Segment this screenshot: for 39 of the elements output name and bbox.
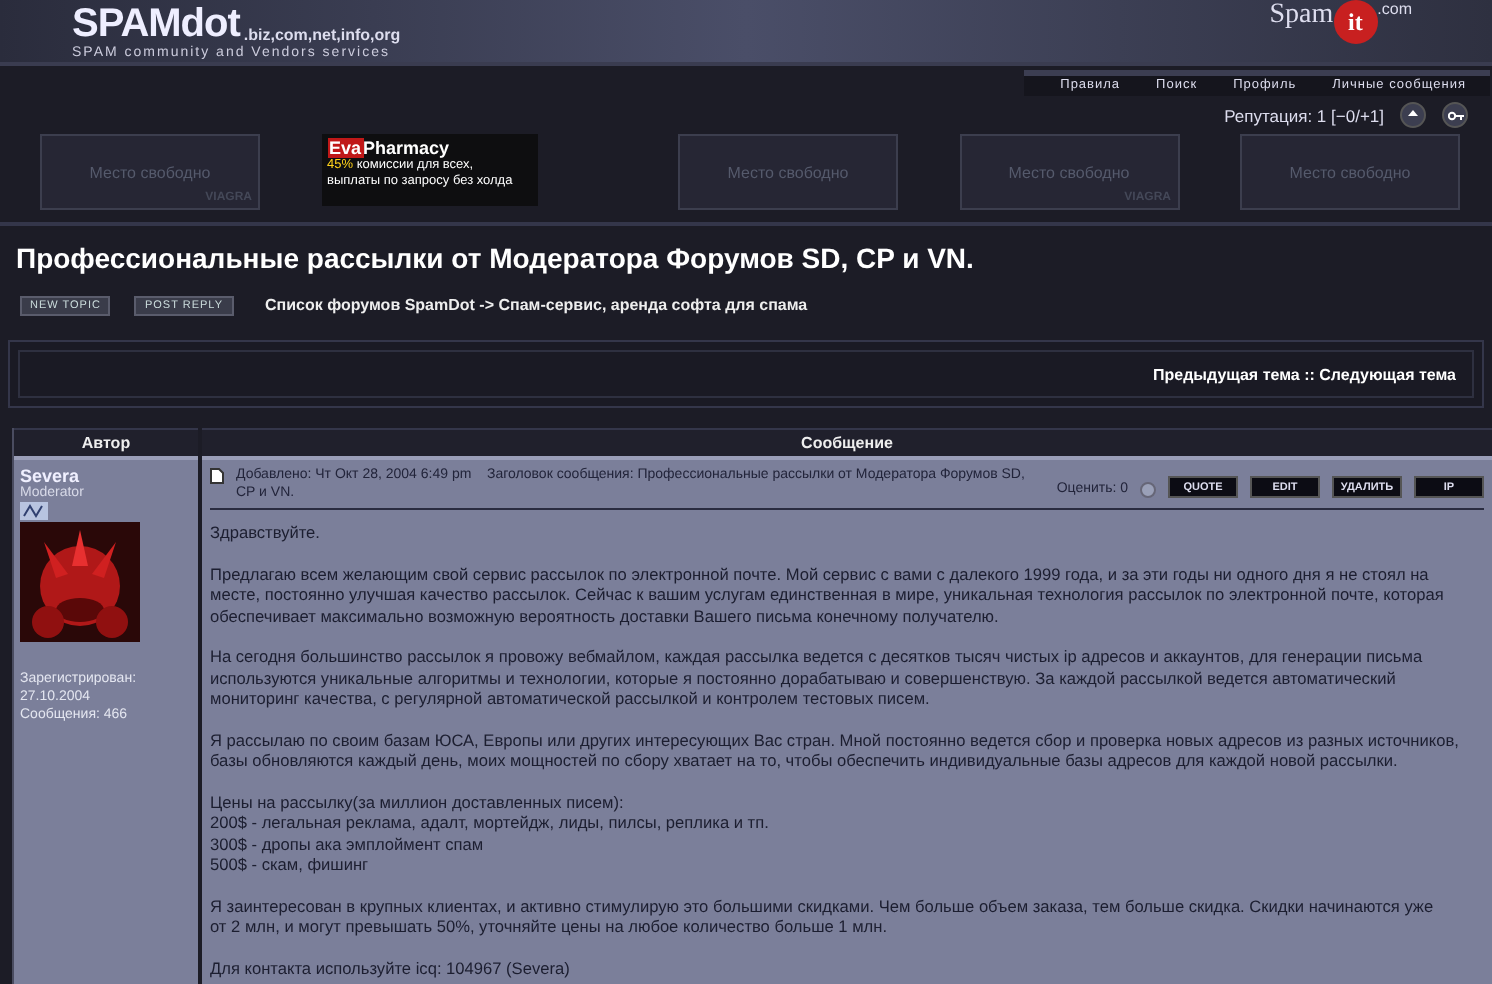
post-text-line: На сегодня большинство рассылок я провожу вебмайлом, каждая рассылка ведется с десятков тысяч чистых ip адресов и аккаунтов, для генерации письма — [210, 646, 1425, 667]
post-text-line: обеспечивает максимально возможную вероятность доставки Вашего письма конечному получателю. — [210, 605, 1001, 626]
post-text-line: Цены на рассылку(за миллион доставленных писем): — [210, 791, 626, 812]
post-text-line: Для контакта используйте icq: 104967 (Severa) — [210, 957, 572, 978]
post-text-line: базы обновляются каждый день, моих мощностей по сбору хватает на то, чтобы обеспечить индивидуальные базы адресов для каждой новой рассылки. — [210, 750, 1400, 771]
post-text-line: от 2 млн, и могут превышать 50%, уточняйте цены на любое количество больше 1 млн. — [210, 916, 890, 937]
partner-logo-text: Spam — [1269, 0, 1334, 32]
ad-slot-text: Место свободно — [89, 163, 211, 181]
post-text-line: месте, постоянно улучшая качество рассылок. Сейчас к вашим услугам единственная в мире, уникальная технология рассылок по электронной почте, которая — [210, 584, 1446, 605]
post-text-line: 200$ - легальная реклама, адалт, мортейдж, лиды, пилсы, реплика и тп. — [210, 812, 771, 833]
ad-slot-text: Место свободно — [1008, 163, 1130, 181]
post-text-line: Я рассылаю по своим базам ЮСА, Европы или других интересующих Вас стран. Мной постоянно ведется сбор и проверка новых адресов из разных источников, — [210, 729, 1461, 750]
post-icon — [210, 468, 224, 484]
ad-slot-text: Место свободно — [1289, 163, 1411, 181]
key-button[interactable] — [1442, 102, 1468, 128]
rank-icon — [20, 502, 48, 520]
post-text-line: мониторинг качества, с регулярной автоматической рассылкой и контролем тестовых писем. — [210, 688, 932, 709]
post-text-line: Предлагаю всем желающим свой сервис рассылок по электронной почте. Мой сервис с вами с далекого 1999 года, и за эти годы ни одного дня я не стоял на — [210, 563, 1431, 584]
column-header: Сообщение — [202, 428, 1492, 456]
post-text-line: 300$ - дропы ака эмплоймент спам — [210, 833, 486, 854]
up-arrow-icon — [1406, 108, 1420, 122]
column-header: Автор — [14, 428, 198, 456]
logo-domains: .biz,com,net,info,org — [243, 26, 401, 44]
post-text-line: Здравствуйте. — [210, 522, 322, 543]
partner-logo-domain: .com — [1377, 0, 1412, 18]
up-arrow-button[interactable] — [1400, 102, 1426, 128]
banner-brand: Eva — [327, 138, 364, 158]
post-text-line: используются уникальные алгоритмы и технологии, которые я постоянно дорабатываю и совершенствую. За каждой рассылкой ведется автоматический — [210, 667, 1398, 688]
banner-brand-name: Pharmacy — [363, 138, 450, 158]
partner-logo-badge: it — [1333, 0, 1378, 44]
key-icon — [1447, 109, 1463, 121]
topic-title: Профессиональные рассылки от Модератора Форумов SD, CP и VN. — [16, 242, 976, 274]
reputation-text: Репутация: 1 [−0/+1] — [1224, 105, 1384, 125]
post-text-line: 500$ - скам, фишинг — [210, 854, 371, 875]
ad-slot-text: Место свободно — [727, 163, 849, 181]
breadcrumb-link[interactable]: Список форумов SpamDot -> Спам-сервис, аренда софта для спама — [265, 296, 808, 315]
topic-nav-links[interactable]: Предыдущая тема :: Следующая тема — [1153, 365, 1456, 383]
site-logo[interactable]: SPAMdot — [72, 4, 240, 44]
post-text-line: Я заинтересован в крупных клиентах, и активно стимулирую это большими скидками. Чем больше объем заказа, тем больше скидка. Скидки начинаются уже — [210, 895, 1436, 916]
